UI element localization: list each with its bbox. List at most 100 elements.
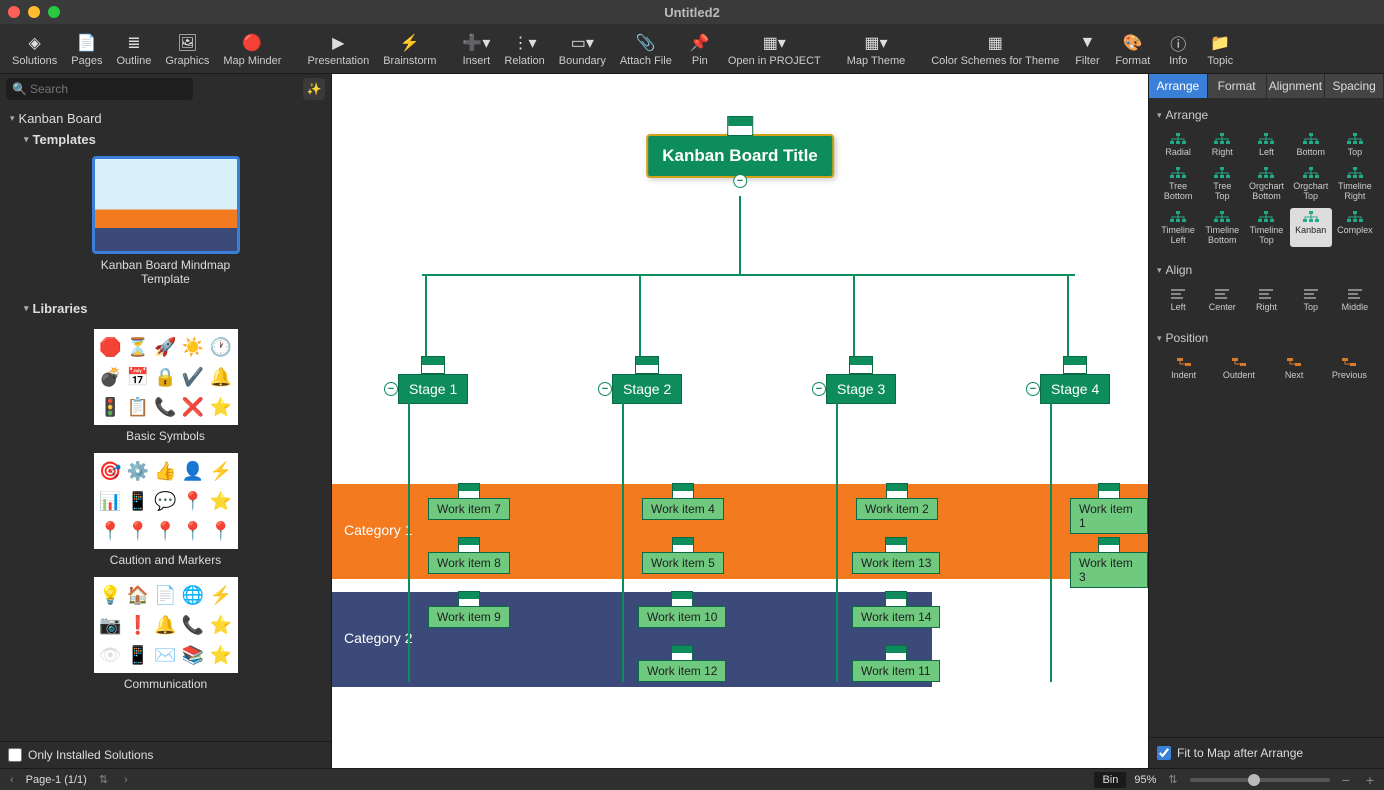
zoom-slider-thumb[interactable] <box>1248 774 1260 786</box>
toolbar-topic[interactable]: 📁Topic <box>1200 31 1240 69</box>
arrange-left[interactable]: Left <box>1245 130 1287 160</box>
arrange-complex[interactable]: Complex <box>1334 208 1376 248</box>
page-indicator[interactable]: Page-1 (1/1) <box>26 774 87 786</box>
toolbar-brainstorm[interactable]: ⚡Brainstorm <box>377 31 442 69</box>
templates-node[interactable]: ▾ Templates <box>6 129 325 150</box>
position-outdent[interactable]: Outdent <box>1212 353 1265 383</box>
library-caution-and-markers[interactable]: 🎯⚙️👍👤⚡📊📱💬📍⭐📍📍📍📍📍Caution and Markers <box>94 453 238 567</box>
align-center[interactable]: Center <box>1201 285 1243 315</box>
align-section-title[interactable]: ▾ Align <box>1157 259 1376 281</box>
position-indent[interactable]: Indent <box>1157 353 1210 383</box>
work-item-node[interactable]: Work item 4 <box>642 498 724 520</box>
work-item-node[interactable]: Work item 10 <box>638 606 726 628</box>
work-item-node[interactable]: Work item 7 <box>428 498 510 520</box>
library-basic-symbols[interactable]: 🛑⏳🚀☀️🕐💣📅🔒✔️🔔🚦📋📞❌⭐Basic Symbols <box>94 329 238 443</box>
stage-node[interactable]: −Stage 2 <box>612 374 682 404</box>
arrange-timeline-right[interactable]: TimelineRight <box>1334 164 1376 204</box>
toolbar-format[interactable]: 🎨Format <box>1109 31 1156 69</box>
zoom-slider[interactable] <box>1190 778 1330 782</box>
arrange-timeline-top[interactable]: TimelineTop <box>1245 208 1287 248</box>
work-item-node[interactable]: Work item 11 <box>852 660 940 682</box>
toolbar-open-in-project[interactable]: ▦▾Open in PROJECT <box>722 31 827 69</box>
work-item-node[interactable]: Work item 1 <box>1070 498 1148 534</box>
arrange-right[interactable]: Right <box>1201 130 1243 160</box>
arrange-timeline-left[interactable]: TimelineLeft <box>1157 208 1199 248</box>
position-previous[interactable]: Previous <box>1323 353 1376 383</box>
tab-arrange[interactable]: Arrange <box>1149 74 1208 98</box>
zoom-stepper[interactable]: ⇅ <box>1164 773 1181 786</box>
tab-spacing[interactable]: Spacing <box>1325 74 1384 98</box>
toolbar-boundary[interactable]: ▭▾Boundary <box>553 31 612 69</box>
next-page-button[interactable]: › <box>120 774 132 786</box>
arrange-radial[interactable]: Radial <box>1157 130 1199 160</box>
work-item-node[interactable]: Work item 13 <box>852 552 940 574</box>
stage-node[interactable]: −Stage 4 <box>1040 374 1110 404</box>
work-item-node[interactable]: Work item 5 <box>642 552 724 574</box>
fit-to-map-checkbox[interactable] <box>1157 746 1171 760</box>
zoom-out-button[interactable]: − <box>1338 772 1354 788</box>
canvas[interactable]: Category 1 Category 2 Kanban Board Title… <box>332 74 1148 768</box>
search-input[interactable] <box>6 78 193 100</box>
arrange-label: Bottom <box>1296 148 1325 158</box>
work-item-node[interactable]: Work item 3 <box>1070 552 1148 588</box>
arrange-timeline-bottom[interactable]: TimelineBottom <box>1201 208 1243 248</box>
close-window-button[interactable] <box>8 6 20 18</box>
tab-alignment[interactable]: Alignment <box>1267 74 1326 98</box>
title-node[interactable]: Kanban Board Title − <box>646 134 834 178</box>
toolbar-graphics[interactable]: 🖼Graphics <box>159 31 215 69</box>
toolbar-map-theme[interactable]: ▦▾Map Theme <box>841 31 912 69</box>
work-item-node[interactable]: Work item 14 <box>852 606 940 628</box>
template-thumb[interactable]: Kanban Board Mindmap Template <box>92 156 240 286</box>
collapse-button[interactable]: − <box>384 382 398 396</box>
align-left[interactable]: Left <box>1157 285 1199 315</box>
bin-button[interactable]: Bin <box>1094 772 1126 788</box>
arrange-section-title[interactable]: ▾ Arrange <box>1157 104 1376 126</box>
collapse-button[interactable]: − <box>1026 382 1040 396</box>
library-communication[interactable]: 💡🏠📄🌐⚡📷❗🔔📞⭐👁📱✉️📚⭐Communication <box>94 577 238 691</box>
work-item-node[interactable]: Work item 8 <box>428 552 510 574</box>
align-middle[interactable]: Middle <box>1334 285 1376 315</box>
work-item-node[interactable]: Work item 9 <box>428 606 510 628</box>
arrange-orgchart-top[interactable]: OrgchartTop <box>1290 164 1332 204</box>
toolbar-outline[interactable]: ≣Outline <box>110 31 157 69</box>
tree-root[interactable]: ▾ Kanban Board <box>6 108 325 129</box>
toolbar-info[interactable]: ⓘInfo <box>1158 31 1198 69</box>
stage-node[interactable]: −Stage 1 <box>398 374 468 404</box>
work-item-node[interactable]: Work item 12 <box>638 660 726 682</box>
tab-format[interactable]: Format <box>1208 74 1267 98</box>
toolbar-color-schemes-for-theme[interactable]: ▦Color Schemes for Theme <box>925 31 1065 69</box>
arrange-kanban[interactable]: Kanban <box>1290 208 1332 248</box>
toolbar-attach-file[interactable]: 📎Attach File <box>614 31 678 69</box>
arrange-icon <box>1301 210 1321 224</box>
toolbar-filter[interactable]: ▼Filter <box>1067 31 1107 69</box>
toolbar-map-minder[interactable]: 🔴Map Minder <box>217 31 287 69</box>
work-item-node[interactable]: Work item 2 <box>856 498 938 520</box>
minimize-window-button[interactable] <box>28 6 40 18</box>
arrange-orgchart-bottom[interactable]: OrgchartBottom <box>1245 164 1287 204</box>
collapse-button[interactable]: − <box>598 382 612 396</box>
collapse-button[interactable]: − <box>812 382 826 396</box>
position-section-title[interactable]: ▾ Position <box>1157 327 1376 349</box>
position-next[interactable]: Next <box>1268 353 1321 383</box>
toolbar-solutions[interactable]: ◈Solutions <box>6 31 63 69</box>
collapse-button[interactable]: − <box>733 174 747 188</box>
align-top[interactable]: Top <box>1290 285 1332 315</box>
toolbar-pin[interactable]: 📌Pin <box>680 31 720 69</box>
toolbar-insert[interactable]: ➕▾Insert <box>456 31 496 69</box>
prev-page-button[interactable]: ‹ <box>6 774 18 786</box>
zoom-in-button[interactable]: + <box>1362 772 1378 788</box>
toolbar-presentation[interactable]: ▶Presentation <box>301 31 375 69</box>
magic-wand-button[interactable]: ✨ <box>303 78 325 100</box>
arrange-bottom[interactable]: Bottom <box>1290 130 1332 160</box>
toolbar-pages[interactable]: 📄Pages <box>65 31 108 69</box>
only-installed-checkbox[interactable] <box>8 748 22 762</box>
arrange-tree-top[interactable]: TreeTop <box>1201 164 1243 204</box>
align-right[interactable]: Right <box>1245 285 1287 315</box>
page-stepper[interactable]: ⇅ <box>95 773 112 786</box>
toolbar-relation[interactable]: ⋮▾Relation <box>498 31 550 69</box>
stage-node[interactable]: −Stage 3 <box>826 374 896 404</box>
arrange-tree-bottom[interactable]: TreeBottom <box>1157 164 1199 204</box>
arrange-top[interactable]: Top <box>1334 130 1376 160</box>
libraries-node[interactable]: ▾ Libraries <box>6 298 325 319</box>
maximize-window-button[interactable] <box>48 6 60 18</box>
